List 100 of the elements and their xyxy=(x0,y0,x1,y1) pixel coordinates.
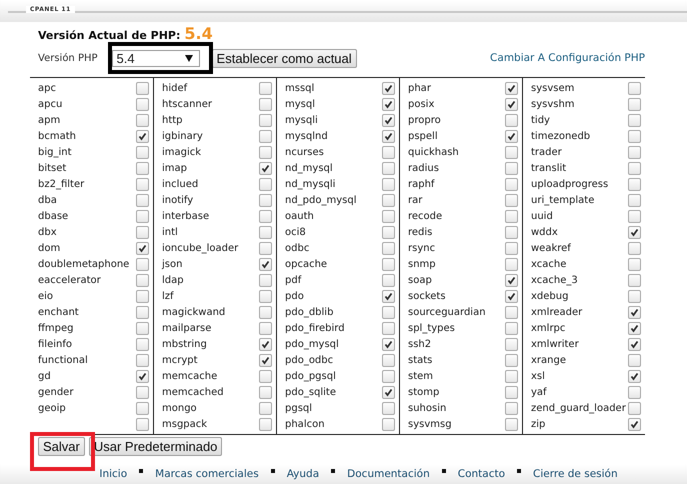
checkbox[interactable] xyxy=(136,338,149,350)
checkbox[interactable] xyxy=(382,210,395,222)
checkbox[interactable] xyxy=(505,290,518,302)
checkbox[interactable] xyxy=(628,306,641,318)
checkbox[interactable] xyxy=(505,114,518,126)
version-select[interactable]: 5.4 xyxy=(112,50,200,66)
checkbox[interactable] xyxy=(628,418,641,430)
checkbox[interactable] xyxy=(259,146,272,158)
checkbox[interactable] xyxy=(505,354,518,366)
checkbox[interactable] xyxy=(136,178,149,190)
checkbox[interactable] xyxy=(382,418,395,430)
checkbox[interactable] xyxy=(136,114,149,126)
checkbox[interactable] xyxy=(136,258,149,270)
checkbox[interactable] xyxy=(259,354,272,366)
checkbox[interactable] xyxy=(136,386,149,398)
checkbox[interactable] xyxy=(259,370,272,382)
checkbox[interactable] xyxy=(136,98,149,110)
checkbox[interactable] xyxy=(628,258,641,270)
checkbox[interactable] xyxy=(136,370,149,382)
checkbox[interactable] xyxy=(505,146,518,158)
checkbox[interactable] xyxy=(259,290,272,302)
checkbox[interactable] xyxy=(505,338,518,350)
checkbox[interactable] xyxy=(505,322,518,334)
checkbox[interactable] xyxy=(505,162,518,174)
checkbox[interactable] xyxy=(259,386,272,398)
checkbox[interactable] xyxy=(382,114,395,126)
checkbox[interactable] xyxy=(136,322,149,334)
checkbox[interactable] xyxy=(628,98,641,110)
checkbox[interactable] xyxy=(259,82,272,94)
checkbox[interactable] xyxy=(628,290,641,302)
checkbox[interactable] xyxy=(628,402,641,414)
checkbox[interactable] xyxy=(505,306,518,318)
checkbox[interactable] xyxy=(136,402,149,414)
checkbox[interactable] xyxy=(136,194,149,206)
checkbox[interactable] xyxy=(382,290,395,302)
checkbox[interactable] xyxy=(505,274,518,286)
footer-link[interactable]: Contacto xyxy=(458,468,506,480)
checkbox[interactable] xyxy=(136,210,149,222)
checkbox[interactable] xyxy=(505,258,518,270)
checkbox[interactable] xyxy=(259,114,272,126)
checkbox[interactable] xyxy=(505,178,518,190)
checkbox[interactable] xyxy=(382,130,395,142)
checkbox[interactable] xyxy=(382,82,395,94)
checkbox[interactable] xyxy=(505,242,518,254)
checkbox[interactable] xyxy=(382,274,395,286)
checkbox[interactable] xyxy=(628,130,641,142)
checkbox[interactable] xyxy=(136,290,149,302)
checkbox[interactable] xyxy=(259,162,272,174)
checkbox[interactable] xyxy=(382,146,395,158)
checkbox[interactable] xyxy=(505,386,518,398)
checkbox[interactable] xyxy=(505,82,518,94)
checkbox[interactable] xyxy=(259,258,272,270)
checkbox[interactable] xyxy=(136,418,149,430)
checkbox[interactable] xyxy=(628,210,641,222)
checkbox[interactable] xyxy=(505,194,518,206)
footer-link[interactable]: Ayuda xyxy=(286,468,320,480)
checkbox[interactable] xyxy=(259,322,272,334)
checkbox[interactable] xyxy=(382,98,395,110)
checkbox[interactable] xyxy=(628,354,641,366)
checkbox[interactable] xyxy=(259,242,272,254)
checkbox[interactable] xyxy=(505,98,518,110)
checkbox[interactable] xyxy=(136,242,149,254)
checkbox[interactable] xyxy=(505,130,518,142)
checkbox[interactable] xyxy=(259,402,272,414)
footer-link[interactable]: Inicio xyxy=(99,468,128,480)
checkbox[interactable] xyxy=(382,354,395,366)
checkbox[interactable] xyxy=(505,370,518,382)
checkbox[interactable] xyxy=(259,210,272,222)
checkbox[interactable] xyxy=(259,226,272,238)
checkbox[interactable] xyxy=(382,370,395,382)
checkbox[interactable] xyxy=(505,402,518,414)
checkbox[interactable] xyxy=(259,98,272,110)
checkbox[interactable] xyxy=(628,178,641,190)
checkbox[interactable] xyxy=(136,82,149,94)
checkbox[interactable] xyxy=(382,242,395,254)
checkbox[interactable] xyxy=(136,162,149,174)
checkbox[interactable] xyxy=(628,338,641,350)
checkbox[interactable] xyxy=(259,178,272,190)
save-button[interactable]: Salvar xyxy=(38,437,85,456)
checkbox[interactable] xyxy=(505,226,518,238)
config-link[interactable]: Cambiar A Configuración PHP xyxy=(490,52,645,64)
checkbox[interactable] xyxy=(628,146,641,158)
checkbox[interactable] xyxy=(382,338,395,350)
checkbox[interactable] xyxy=(136,130,149,142)
footer-link[interactable]: Marcas comerciales xyxy=(155,468,259,480)
checkbox[interactable] xyxy=(259,274,272,286)
checkbox[interactable] xyxy=(136,146,149,158)
checkbox[interactable] xyxy=(382,162,395,174)
set-current-button[interactable]: Establecer como actual xyxy=(212,48,357,68)
footer-link[interactable]: Documentación xyxy=(347,468,430,480)
default-button[interactable]: Usar Predeterminado xyxy=(88,437,222,456)
checkbox[interactable] xyxy=(628,322,641,334)
checkbox[interactable] xyxy=(136,306,149,318)
checkbox[interactable] xyxy=(136,274,149,286)
checkbox[interactable] xyxy=(259,194,272,206)
checkbox[interactable] xyxy=(259,130,272,142)
checkbox[interactable] xyxy=(382,386,395,398)
checkbox[interactable] xyxy=(628,386,641,398)
checkbox[interactable] xyxy=(382,178,395,190)
checkbox[interactable] xyxy=(382,306,395,318)
